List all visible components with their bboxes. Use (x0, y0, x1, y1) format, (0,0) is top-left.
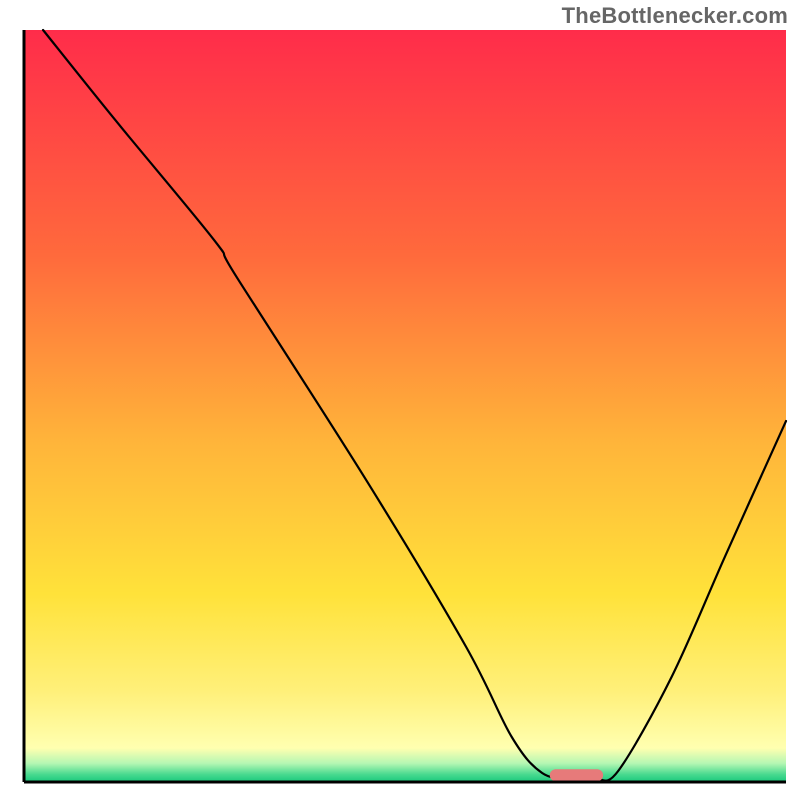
chart-container: TheBottlenecker.com (0, 0, 800, 800)
chart-background (24, 30, 786, 782)
watermark-text: TheBottlenecker.com (562, 3, 788, 29)
chart-svg (18, 28, 788, 788)
chart-plot-area (18, 28, 788, 788)
optimal-marker (550, 769, 603, 781)
